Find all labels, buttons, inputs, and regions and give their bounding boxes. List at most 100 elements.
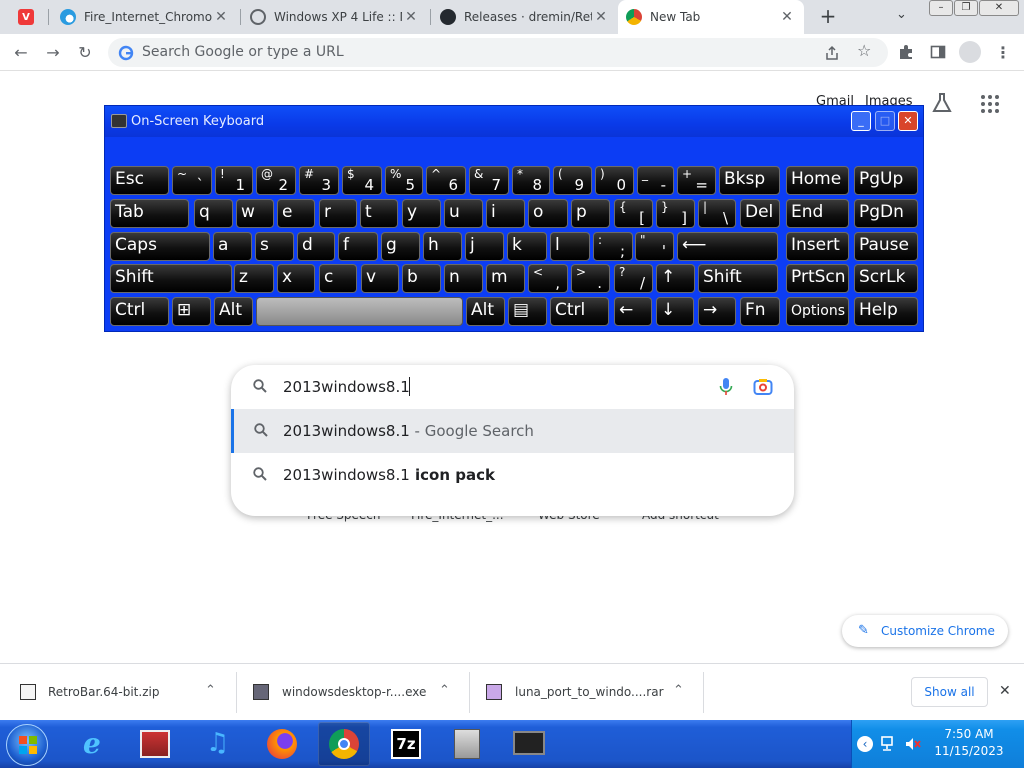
osk-key[interactable]: b <box>402 264 441 293</box>
osk-key[interactable]: a <box>213 232 252 261</box>
osk-key[interactable]: k <box>507 232 547 261</box>
chevron-up-icon[interactable]: ⌃ <box>439 683 450 698</box>
close-tab-icon[interactable]: ✕ <box>778 9 796 25</box>
share-icon[interactable] <box>824 45 840 61</box>
download-item[interactable]: luna_port_to_windo....rar ⌃ <box>470 664 703 721</box>
network-icon[interactable] <box>880 736 898 752</box>
monitor-app-icon[interactable] <box>503 722 555 766</box>
osk-key[interactable]: PgDn <box>854 199 918 228</box>
control-panel-icon[interactable] <box>441 722 493 766</box>
osk-key[interactable] <box>256 297 463 326</box>
close-tab-icon[interactable]: ✕ <box>402 9 420 25</box>
osk-key[interactable]: ← <box>614 297 652 326</box>
osk-key[interactable]: d <box>297 232 335 261</box>
music-icon[interactable]: ♫ <box>192 722 244 766</box>
forward-button[interactable]: → <box>42 42 64 64</box>
osk-key[interactable]: l <box>550 232 590 261</box>
bookmark-star-icon[interactable]: ☆ <box>857 41 871 60</box>
osk-key[interactable]: <, <box>528 264 568 293</box>
suggestion-item[interactable]: 2013windows8.1 icon pack <box>231 453 794 497</box>
show-all-downloads-button[interactable]: Show all <box>911 677 988 707</box>
osk-key[interactable]: s <box>255 232 294 261</box>
osk-key[interactable]: Caps <box>110 232 210 261</box>
osk-key[interactable]: y <box>402 199 441 228</box>
osk-key[interactable]: f <box>338 232 378 261</box>
osk-key[interactable]: ↑ <box>656 264 695 293</box>
osk-key[interactable]: _ - <box>637 166 674 195</box>
osk-key[interactable]: t <box>360 199 398 228</box>
osk-key[interactable]: PrtScn <box>786 264 849 293</box>
firefox-icon[interactable] <box>256 722 308 766</box>
osk-key[interactable]: Ctrl <box>110 297 169 326</box>
osk-key[interactable]: Bksp <box>719 166 780 195</box>
osk-key[interactable]: ⟵ <box>677 232 778 261</box>
osk-key[interactable]: PgUp <box>854 166 918 195</box>
osk-key[interactable]: q <box>194 199 233 228</box>
tab-vivaldi[interactable]: V <box>10 0 44 34</box>
osk-key[interactable]: g <box>381 232 420 261</box>
google-lens-camera-icon[interactable] <box>753 378 773 396</box>
osk-key[interactable]: + = <box>677 166 716 195</box>
osk-key[interactable]: #3 <box>299 166 339 195</box>
osk-key[interactable]: o <box>528 199 568 228</box>
tab-windows-xp[interactable]: Windows XP 4 Life :: Ma ✕ <box>242 0 428 34</box>
extensions-puzzle-icon[interactable] <box>898 44 914 60</box>
osk-key[interactable]: r <box>319 199 357 228</box>
tab-fire-internet[interactable]: Fire_Internet_Chromope ✕ <box>52 0 238 34</box>
osk-key[interactable]: >. <box>571 264 610 293</box>
osk-key[interactable]: Fn <box>740 297 780 326</box>
download-item[interactable]: windowsdesktop-r....exe ⌃ <box>237 664 469 721</box>
back-button[interactable]: ← <box>10 42 32 64</box>
close-tab-icon[interactable]: ✕ <box>592 9 610 25</box>
google-apps-grid-icon[interactable] <box>980 94 1000 114</box>
download-item[interactable]: RetroBar.64-bit.zip ⌃ <box>0 664 236 721</box>
labs-flask-icon[interactable] <box>931 92 953 114</box>
minimize-window-button[interactable]: – <box>929 0 953 16</box>
osk-key[interactable]: m <box>486 264 525 293</box>
volume-muted-icon[interactable] <box>904 736 922 752</box>
chevron-up-icon[interactable]: ⌃ <box>205 683 216 698</box>
osk-key[interactable]: | \ <box>698 199 736 228</box>
osk-key[interactable]: Help <box>854 297 918 326</box>
osk-key[interactable]: ▤ <box>508 297 547 326</box>
osk-key[interactable]: @2 <box>256 166 296 195</box>
side-panel-icon[interactable] <box>930 44 946 60</box>
osk-key[interactable]: Tab <box>110 199 189 228</box>
osk-key[interactable]: Home <box>786 166 849 195</box>
osk-key[interactable]: ScrLk <box>854 264 918 293</box>
close-tab-icon[interactable]: ✕ <box>212 9 230 25</box>
osk-key[interactable]: z <box>234 264 274 293</box>
osk-key[interactable]: v <box>361 264 399 293</box>
osk-key[interactable]: ~ ` <box>172 166 212 195</box>
osk-key[interactable]: Del <box>740 199 780 228</box>
show-hidden-icons-chevron-icon[interactable]: ‹ <box>857 736 873 752</box>
osk-key[interactable]: ) 0 <box>595 166 634 195</box>
osk-key[interactable]: ! 1 <box>215 166 253 195</box>
osk-key[interactable]: Ctrl <box>550 297 609 326</box>
retro-app-icon[interactable] <box>129 722 181 766</box>
osk-key[interactable]: * 8 <box>512 166 550 195</box>
osk-key[interactable]: ? / <box>614 264 653 293</box>
osk-key[interactable]: Esc <box>110 166 169 195</box>
omnibox[interactable]: Search Google or type a URL ☆ <box>108 38 888 67</box>
osk-key[interactable]: j <box>465 232 504 261</box>
osk-key[interactable]: ^ 6 <box>426 166 466 195</box>
osk-key[interactable]: % 5 <box>385 166 423 195</box>
chrome-menu-icon[interactable]: ⋮ <box>992 42 1014 64</box>
search-input[interactable]: 2013windows8.1 <box>231 365 794 409</box>
osk-key[interactable]: i <box>486 199 525 228</box>
restore-window-button[interactable]: ❐ <box>954 0 978 16</box>
profile-avatar[interactable] <box>959 41 981 63</box>
start-button[interactable] <box>6 724 48 766</box>
osk-key[interactable]: & 7 <box>469 166 509 195</box>
tab-releases[interactable]: Releases · dremin/Retro ✕ <box>432 0 618 34</box>
osk-key[interactable]: x <box>277 264 315 293</box>
clock[interactable]: 7:50 AM 11/15/2023 <box>924 726 1014 760</box>
internet-explorer-icon[interactable]: e <box>70 722 122 766</box>
osk-key[interactable]: }] <box>656 199 695 228</box>
osk-key[interactable]: c <box>319 264 357 293</box>
osk-key[interactable]: ⊞ <box>172 297 211 326</box>
tab-new-tab[interactable]: New Tab ✕ <box>618 0 804 34</box>
chrome-icon[interactable] <box>318 722 370 766</box>
osk-key[interactable]: $4 <box>342 166 382 195</box>
